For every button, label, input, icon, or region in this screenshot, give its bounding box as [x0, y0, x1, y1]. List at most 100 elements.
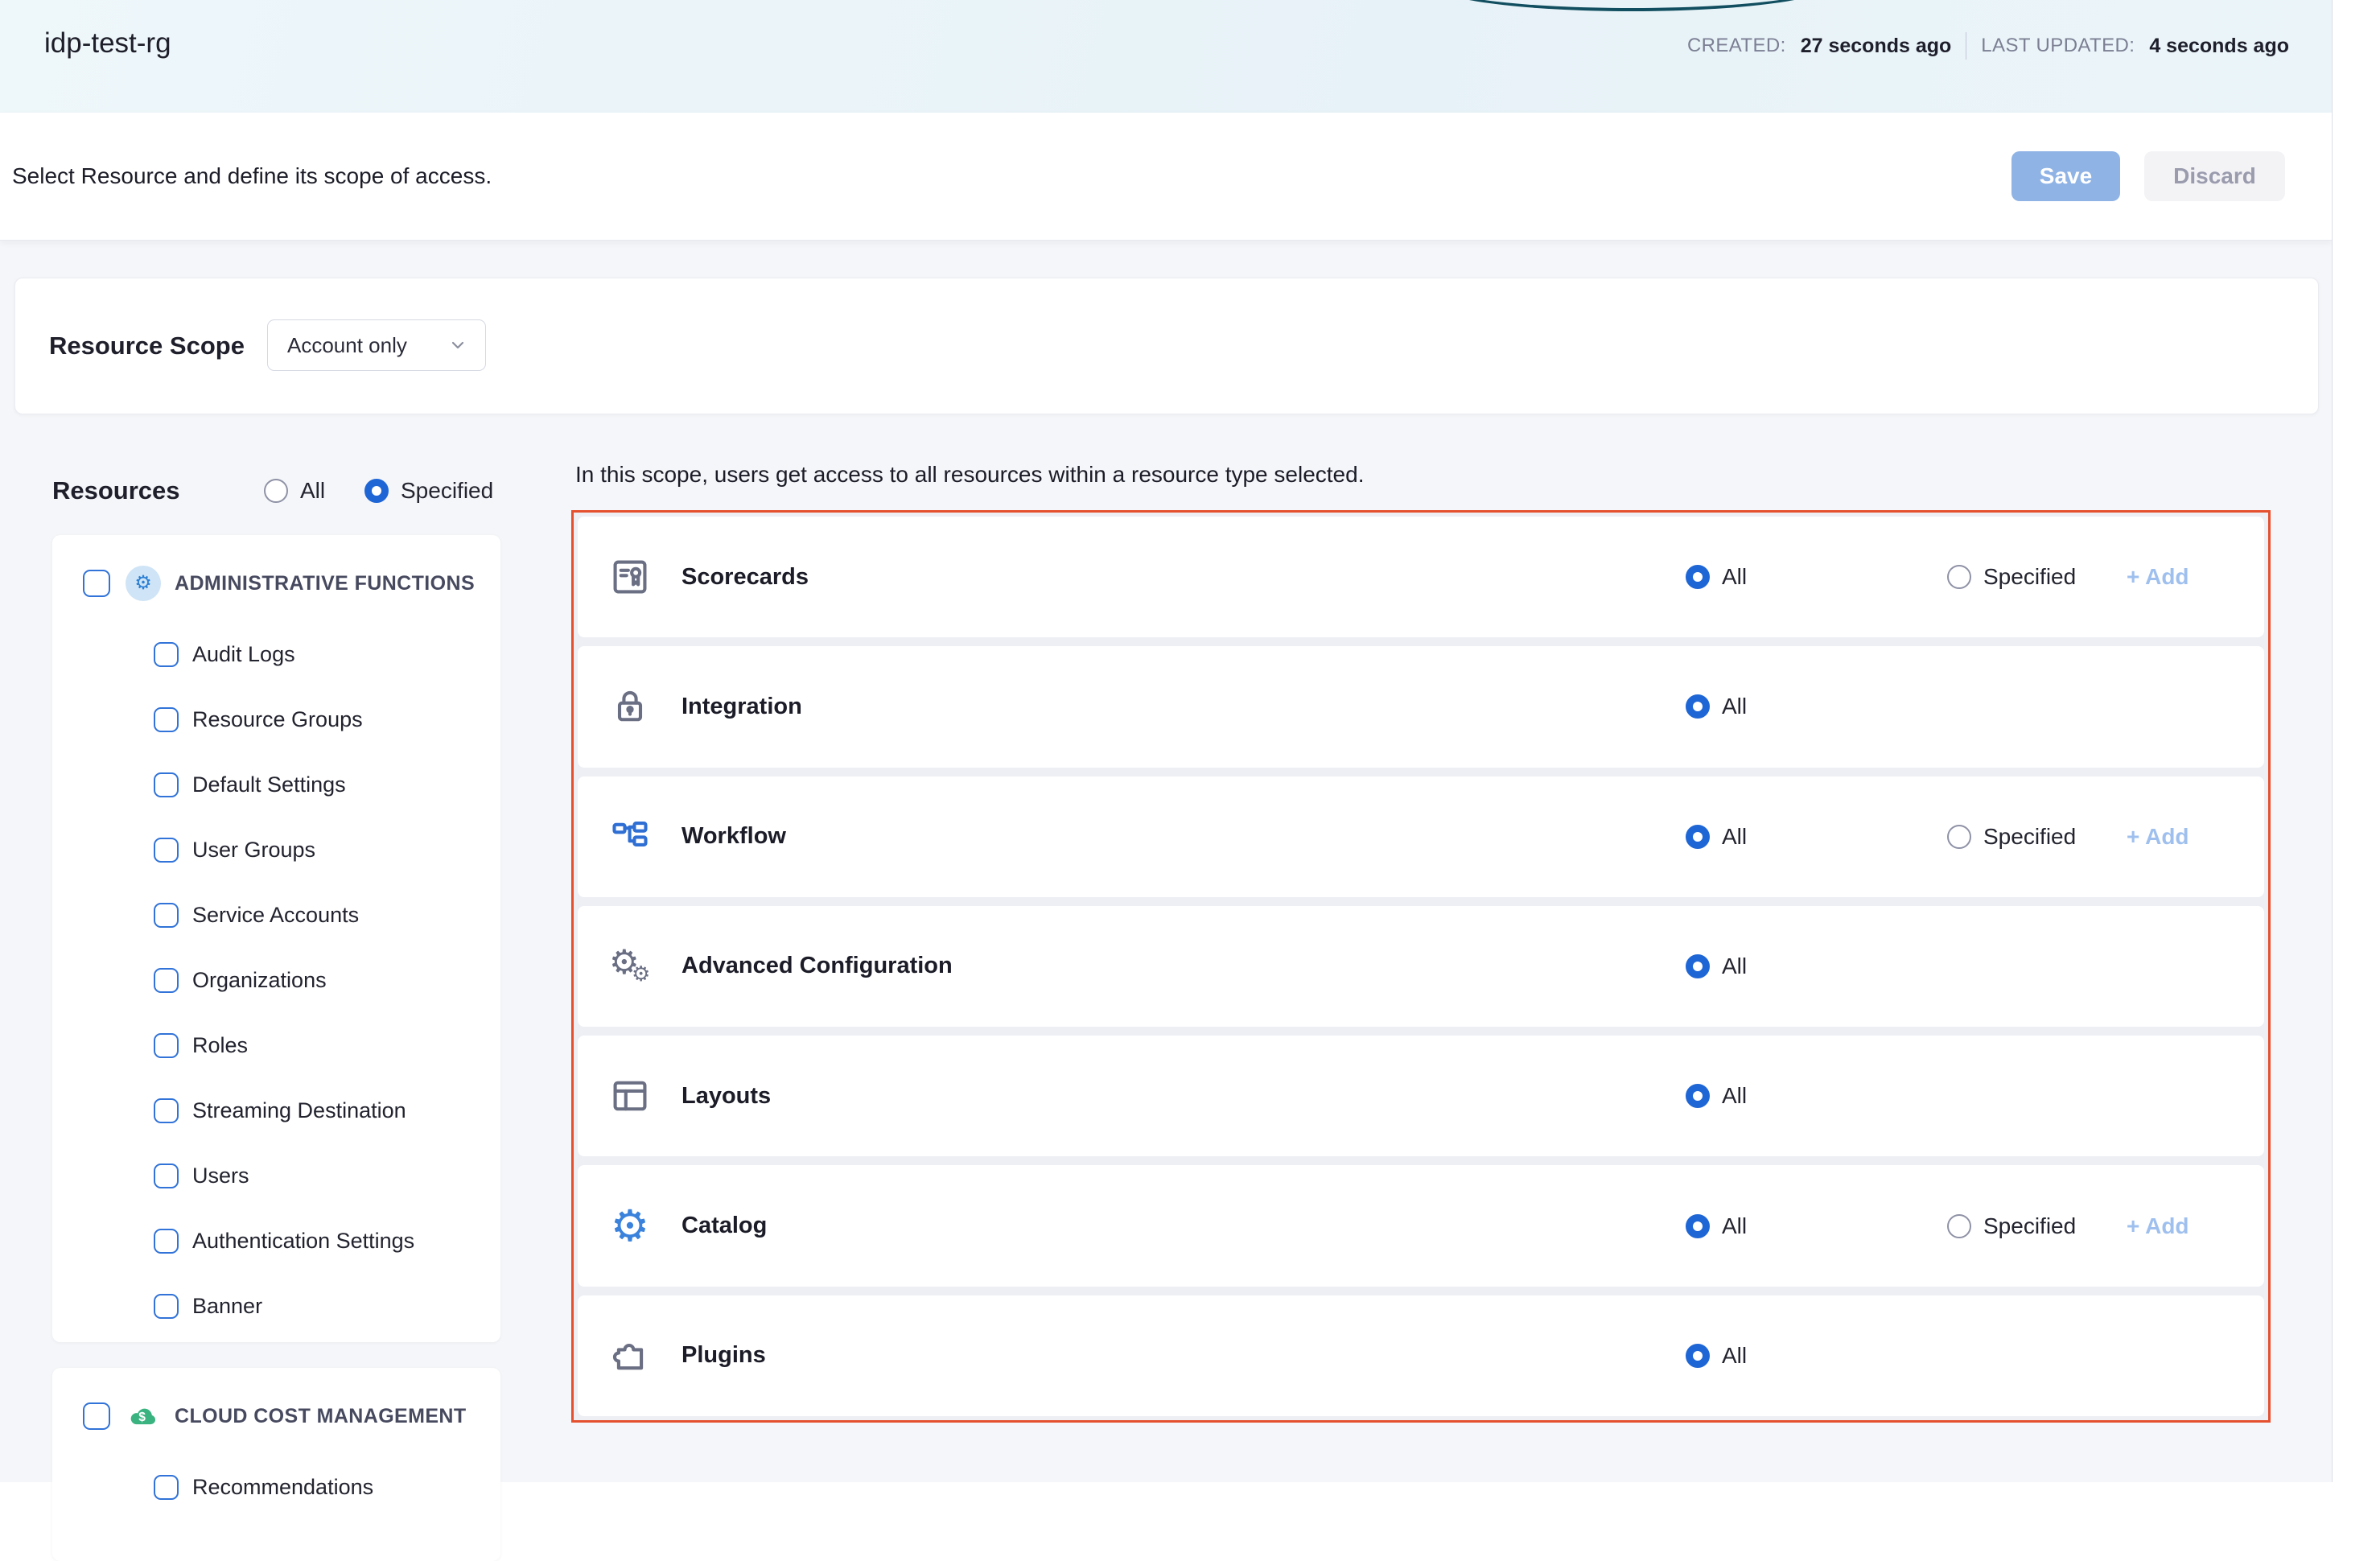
resource-row-advanced-configuration: ⚙⚙ Advanced Configuration All: [578, 906, 2264, 1027]
specified-radio[interactable]: Specified: [1947, 824, 2076, 850]
section-checkbox[interactable]: [83, 1402, 110, 1430]
section-items: Audit Logs Resource Groups Default Setti…: [52, 622, 500, 1339]
item-label: Service Accounts: [192, 903, 359, 928]
radio-icon[interactable]: [1686, 565, 1710, 589]
page-title: idp-test-rg: [44, 27, 171, 60]
radio-icon[interactable]: [1686, 1214, 1710, 1238]
resource-type-list: Scorecards All Specified + Add Integrati…: [571, 510, 2271, 1423]
all-label: All: [1722, 824, 1747, 850]
save-button[interactable]: Save: [2011, 151, 2120, 201]
created-label: CREATED:: [1687, 35, 1786, 57]
item-label: Default Settings: [192, 772, 346, 797]
item-checkbox[interactable]: [154, 968, 179, 993]
scorecard-icon: [607, 554, 653, 599]
sidebar-item-recommendations[interactable]: Recommendations: [52, 1455, 500, 1520]
resources-specified-label: Specified: [401, 478, 493, 504]
resource-label: Layouts: [681, 1083, 771, 1110]
radio-icon[interactable]: [364, 479, 389, 503]
resource-label: Plugins: [681, 1342, 766, 1369]
resource-row-layouts: Layouts All: [578, 1036, 2264, 1156]
section-header: ⚙ ADMINISTRATIVE FUNCTIONS: [83, 566, 475, 601]
add-button[interactable]: + Add: [2127, 564, 2189, 590]
radio-icon[interactable]: [264, 479, 288, 503]
radio-icon[interactable]: [1947, 565, 1971, 589]
item-checkbox[interactable]: [154, 1033, 179, 1058]
sidebar-item-organizations[interactable]: Organizations: [52, 948, 500, 1013]
all-radio[interactable]: All: [1686, 564, 1747, 590]
item-label: Resource Groups: [192, 707, 363, 732]
item-checkbox[interactable]: [154, 642, 179, 667]
resource-scope-label: Resource Scope: [49, 278, 245, 414]
section-checkbox[interactable]: [83, 570, 110, 597]
item-checkbox[interactable]: [154, 1098, 179, 1123]
sidebar-item-authentication-settings[interactable]: Authentication Settings: [52, 1209, 500, 1274]
item-checkbox[interactable]: [154, 1294, 179, 1319]
sidebar-item-roles[interactable]: Roles: [52, 1013, 500, 1078]
sidebar-item-resource-groups[interactable]: Resource Groups: [52, 687, 500, 752]
radio-icon[interactable]: [1686, 1084, 1710, 1108]
item-checkbox[interactable]: [154, 1164, 179, 1188]
toolbar-description: Select Resource and define its scope of …: [12, 113, 492, 240]
all-radio[interactable]: All: [1686, 1083, 1747, 1109]
resource-label: Workflow: [681, 823, 786, 850]
all-label: All: [1722, 1343, 1747, 1369]
radio-icon[interactable]: [1686, 825, 1710, 849]
resources-specified-radio[interactable]: Specified: [364, 478, 493, 504]
resources-all-label: All: [300, 478, 325, 504]
item-checkbox[interactable]: [154, 1229, 179, 1254]
sidebar-section-cloud-cost-management: $ CLOUD COST MANAGEMENT Recommendations: [52, 1368, 500, 1561]
sidebar-item-banner[interactable]: Banner: [52, 1274, 500, 1339]
add-button[interactable]: + Add: [2127, 824, 2189, 850]
resources-all-radio[interactable]: All: [264, 478, 325, 504]
gears-icon: ⚙⚙: [607, 944, 653, 989]
svg-text:$: $: [138, 1411, 146, 1424]
resource-scope-dropdown[interactable]: Account only: [267, 319, 486, 371]
radio-icon[interactable]: [1686, 694, 1710, 719]
sidebar-item-users[interactable]: Users: [52, 1143, 500, 1209]
resource-scope-value: Account only: [287, 333, 407, 358]
all-radio[interactable]: All: [1686, 953, 1747, 979]
discard-button[interactable]: Discard: [2144, 151, 2285, 201]
layout-icon: [607, 1073, 653, 1118]
specified-radio[interactable]: Specified: [1947, 1213, 2076, 1239]
all-label: All: [1722, 1213, 1747, 1239]
radio-icon[interactable]: [1947, 1214, 1971, 1238]
radio-icon[interactable]: [1686, 1344, 1710, 1368]
specified-label: Specified: [1983, 564, 2076, 590]
item-checkbox[interactable]: [154, 838, 179, 863]
item-label: Audit Logs: [192, 642, 295, 667]
item-checkbox[interactable]: [154, 707, 179, 732]
sidebar-item-audit-logs[interactable]: Audit Logs: [52, 622, 500, 687]
last-updated-label: LAST UPDATED:: [1981, 35, 2135, 57]
scope-description: In this scope, users get access to all r…: [575, 462, 1364, 488]
all-radio[interactable]: All: [1686, 1343, 1747, 1369]
resource-scope-card: Resource Scope Account only: [14, 278, 2319, 414]
gear-blue-icon: ⚙: [607, 1204, 653, 1249]
action-toolbar: Select Resource and define its scope of …: [0, 113, 2332, 241]
add-button[interactable]: + Add: [2127, 1213, 2189, 1239]
sidebar-item-streaming-destination[interactable]: Streaming Destination: [52, 1078, 500, 1143]
page-header: idp-test-rg CREATED: 27 seconds ago LAST…: [0, 0, 2332, 113]
workflow-icon: [607, 814, 653, 859]
section-header: $ CLOUD COST MANAGEMENT: [83, 1398, 467, 1434]
specified-radio[interactable]: Specified: [1947, 564, 2076, 590]
resource-label: Catalog: [681, 1213, 767, 1239]
item-checkbox[interactable]: [154, 1475, 179, 1500]
item-label: Banner: [192, 1294, 262, 1319]
all-radio[interactable]: All: [1686, 694, 1747, 719]
radio-icon[interactable]: [1686, 954, 1710, 978]
sidebar-item-user-groups[interactable]: User Groups: [52, 818, 500, 883]
radio-icon[interactable]: [1947, 825, 1971, 849]
resources-header: Resources All Specified: [52, 472, 500, 510]
sidebar-item-service-accounts[interactable]: Service Accounts: [52, 883, 500, 948]
item-checkbox[interactable]: [154, 903, 179, 928]
item-label: Authentication Settings: [192, 1229, 414, 1254]
all-radio[interactable]: All: [1686, 824, 1747, 850]
all-radio[interactable]: All: [1686, 1213, 1747, 1239]
all-label: All: [1722, 694, 1747, 719]
resources-heading: Resources: [52, 472, 180, 510]
last-updated-value: 4 seconds ago: [2149, 35, 2289, 58]
item-label: Users: [192, 1164, 249, 1188]
item-checkbox[interactable]: [154, 772, 179, 797]
sidebar-item-default-settings[interactable]: Default Settings: [52, 752, 500, 818]
